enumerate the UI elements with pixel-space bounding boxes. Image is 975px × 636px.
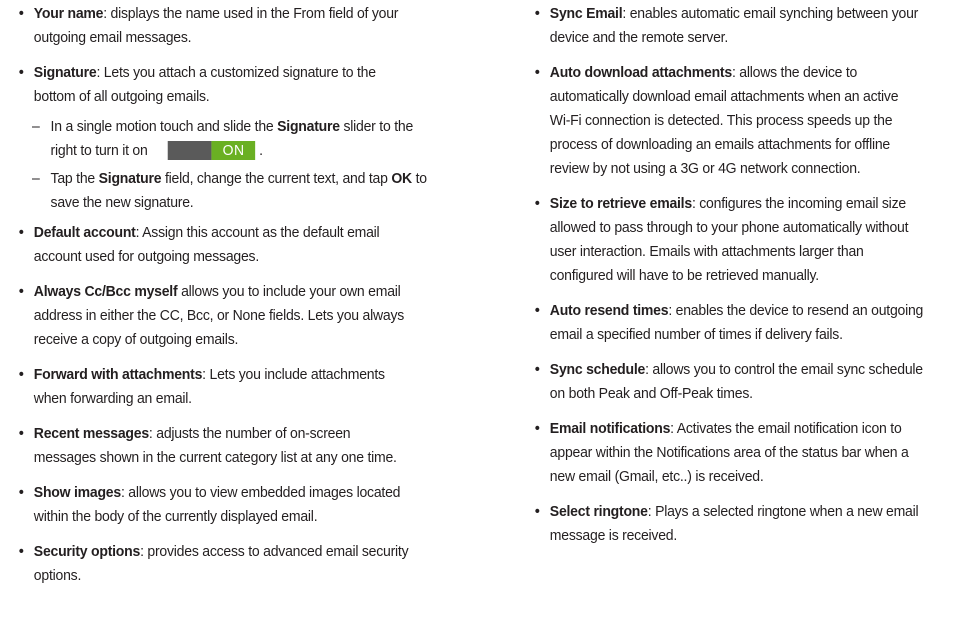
term-label: Security options — [33, 543, 141, 560]
term-desc: : Activates the email notification icon … — [670, 420, 902, 437]
sub-text: . — [259, 142, 263, 159]
bullet-recent-messages: Recent messages: adjusts the number of o… — [18, 422, 471, 470]
term-label: Email notifications — [549, 420, 671, 437]
term-label: Select ringtone — [549, 503, 648, 520]
term-label: Default account — [33, 224, 136, 241]
term-label: Show images — [33, 484, 121, 501]
sub-term: Signature — [277, 118, 340, 135]
term-desc: : configures the incoming email size — [691, 195, 906, 212]
term-desc-cont: message is received. — [549, 527, 678, 544]
term-label: Auto resend times — [549, 302, 669, 319]
term-desc-cont: account used for outgoing messages. — [33, 248, 260, 265]
sub-text: slider to the — [339, 118, 414, 135]
toggle-off-half — [168, 140, 212, 160]
term-desc-cont: configured will have to be retrieved man… — [549, 267, 819, 284]
sub-text: Tap the — [50, 170, 99, 187]
toggle-on-label: ON — [211, 140, 256, 160]
bullet-sync-email: Sync Email: enables automatic email sync… — [534, 2, 975, 50]
term-desc: : Plays a selected ringtone when a new e… — [647, 503, 919, 520]
bullet-your-name: Your name: displays the name used in the… — [18, 2, 471, 50]
term-desc: : enables automatic email synching betwe… — [622, 5, 919, 22]
term-desc-cont: allowed to pass through to your phone au… — [549, 219, 909, 236]
bullet-auto-resend-times: Auto resend times: enables the device to… — [534, 299, 975, 347]
term-label: Forward with attachments — [33, 366, 203, 383]
term-label: Sync Email — [549, 5, 623, 22]
bullet-size-to-retrieve: Size to retrieve emails: configures the … — [534, 192, 975, 288]
term-desc-cont: appear within the Notifications area of … — [549, 444, 909, 461]
term-desc-cont: outgoing email messages. — [33, 29, 192, 46]
term-desc-cont: options. — [33, 567, 82, 584]
term-desc-cont: Wi-Fi connection is detected. This proce… — [549, 112, 893, 129]
term-desc: : displays the name used in the From fie… — [103, 5, 399, 22]
term-desc-cont: bottom of all outgoing emails. — [33, 88, 210, 105]
bullet-forward-attachments: Forward with attachments: Lets you inclu… — [18, 363, 471, 411]
bullet-always-cc-bcc: Always Cc/Bcc myself allows you to inclu… — [18, 280, 471, 352]
left-column: Your name: displays the name used in the… — [18, 0, 458, 588]
bullet-select-ringtone: Select ringtone: Plays a selected ringto… — [534, 500, 975, 548]
term-desc: : adjusts the number of on-screen — [148, 425, 351, 442]
term-desc: : Lets you attach a customized signature… — [96, 64, 376, 81]
term-desc: : enables the device to resend an outgoi… — [668, 302, 924, 319]
term-desc: : allows you to control the email sync s… — [645, 361, 923, 378]
term-label: Auto download attachments — [549, 64, 732, 81]
signature-toggle-illustration: ON — [168, 140, 256, 160]
term-desc-cont: review by not using a 3G or 4G network c… — [549, 160, 861, 177]
bullet-signature: Signature: Lets you attach a customized … — [18, 61, 471, 109]
sub-text: right to turn it on — [50, 142, 148, 159]
term-label: Always Cc/Bcc myself — [33, 283, 178, 300]
term-desc-cont: within the body of the currently display… — [33, 508, 318, 525]
term-label: Signature — [33, 64, 97, 81]
term-desc: allows you to include your own email — [177, 283, 401, 300]
term-desc-cont: receive a copy of outgoing emails. — [33, 331, 239, 348]
term-desc: : allows you to view embedded images loc… — [120, 484, 401, 501]
term-desc: : provides access to advanced email secu… — [140, 543, 409, 560]
term-label: Sync schedule — [549, 361, 646, 378]
sub-term: OK — [391, 170, 412, 187]
bullet-email-notifications: Email notifications: Activates the email… — [534, 417, 975, 489]
term-desc-cont: automatically download email attachments… — [549, 88, 899, 105]
term-desc-cont: messages shown in the current category l… — [33, 449, 397, 466]
term-label: Your name — [33, 5, 104, 22]
sub-text: In a single motion touch and slide the — [50, 118, 278, 135]
sub-text: field, change the current text, and tap — [161, 170, 392, 187]
sub-item-slide-signature: In a single motion touch and slide the S… — [18, 115, 460, 163]
term-label: Recent messages — [33, 425, 149, 442]
bullet-default-account: Default account: Assign this account as … — [18, 221, 471, 269]
sub-term: Signature — [98, 170, 162, 187]
term-desc: : Lets you include attachments — [202, 366, 385, 383]
term-desc-cont: when forwarding an email. — [33, 390, 192, 407]
term-desc-cont: user interaction. Emails with attachment… — [549, 243, 864, 260]
term-desc-cont: address in either the CC, Bcc, or None f… — [33, 307, 405, 324]
bullet-auto-download-attachments: Auto download attachments: allows the de… — [534, 61, 975, 181]
bullet-security-options: Security options: provides access to adv… — [18, 540, 471, 588]
right-column: Sync Email: enables automatic email sync… — [534, 0, 970, 548]
term-desc-cont: email a specified number of times if del… — [549, 326, 843, 343]
term-desc-cont: process of downloading an emails attachm… — [549, 136, 891, 153]
term-desc: : allows the device to — [731, 64, 858, 81]
sub-item-tap-signature: Tap the Signature field, change the curr… — [18, 167, 460, 215]
bullet-sync-schedule: Sync schedule: allows you to control the… — [534, 358, 975, 406]
term-desc: : Assign this account as the default ema… — [135, 224, 380, 241]
bullet-show-images: Show images: allows you to view embedded… — [18, 481, 471, 529]
term-desc-cont: new email (Gmail, etc..) is received. — [549, 468, 764, 485]
sub-text: save the new signature. — [50, 194, 194, 211]
term-label: Size to retrieve emails — [549, 195, 692, 212]
term-desc-cont: on both Peak and Off-Peak times. — [549, 385, 753, 402]
sub-text: to — [411, 170, 427, 187]
term-desc-cont: device and the remote server. — [549, 29, 728, 46]
